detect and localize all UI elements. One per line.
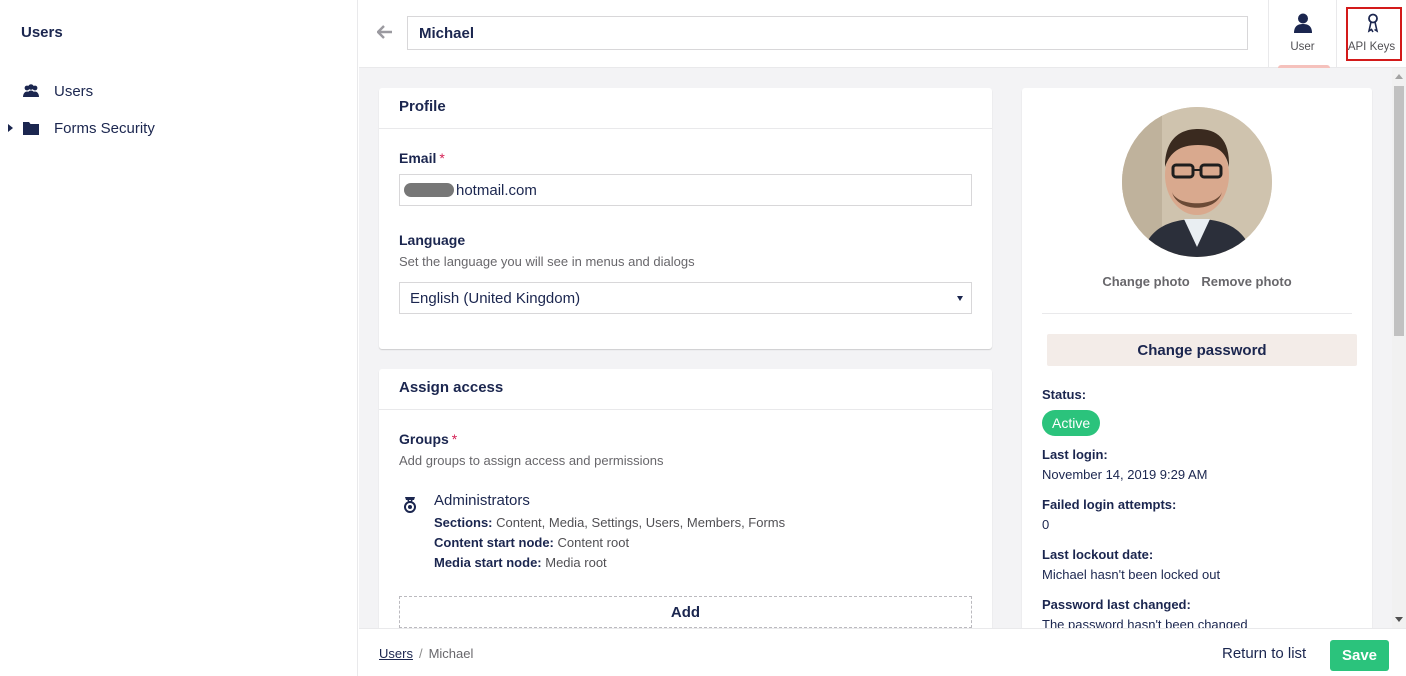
- status-badge: Active: [1042, 410, 1101, 436]
- media-start-value: Media root: [545, 555, 607, 570]
- avatar: [1122, 107, 1272, 257]
- scrollbar-thumb[interactable]: [1394, 86, 1404, 336]
- user-photo: [1122, 107, 1272, 257]
- user-app-label: User: [1290, 41, 1315, 53]
- editor-footer: Users / Michael Return to list Save: [359, 628, 1406, 676]
- group-sections: Sections: Content, Media, Settings, User…: [434, 515, 785, 530]
- change-password-button[interactable]: Change password: [1047, 334, 1357, 366]
- group-name: Administrators: [434, 492, 530, 509]
- groups-description: Add groups to assign access and permissi…: [399, 453, 664, 468]
- add-group-button[interactable]: Add: [399, 596, 972, 628]
- group-content-start: Content start node: Content root: [434, 535, 629, 550]
- failed-attempts-value: 0: [1042, 517, 1050, 532]
- save-button[interactable]: Save: [1330, 640, 1389, 671]
- assign-access-card: Assign access Groups * Add groups to assi…: [379, 369, 992, 628]
- email-label: Email *: [399, 150, 445, 166]
- profile-title: Profile: [379, 88, 992, 129]
- medal-icon: [404, 497, 416, 513]
- breadcrumb-current: Michael: [428, 646, 474, 661]
- return-to-list-button[interactable]: Return to list: [1222, 645, 1306, 662]
- user-name-input[interactable]: [407, 16, 1248, 50]
- profile-card: Profile Email * hotmail.com Language Set …: [379, 88, 992, 349]
- lockout-value: Michael hasn't been locked out: [1042, 567, 1221, 582]
- user-icon: [1294, 13, 1312, 33]
- chevron-down-icon: [957, 296, 963, 301]
- email-field[interactable]: hotmail.com: [399, 174, 972, 206]
- api-keys-app-button[interactable]: API Keys: [1336, 0, 1406, 68]
- status-label: Status:: [1042, 387, 1087, 402]
- users-icon: [23, 84, 39, 97]
- language-description: Set the language you will see in menus a…: [399, 254, 695, 269]
- groups-label-text: Groups: [399, 431, 449, 447]
- breadcrumb-users-link[interactable]: Users: [379, 646, 413, 661]
- content-start-value: Content root: [557, 535, 630, 550]
- groups-label: Groups *: [399, 431, 457, 447]
- user-app-button[interactable]: User: [1268, 0, 1336, 68]
- required-mark: *: [451, 431, 458, 447]
- scrollbar[interactable]: [1392, 68, 1406, 628]
- group-media-start: Media start node: Media root: [434, 555, 607, 570]
- expand-caret-icon[interactable]: [8, 124, 13, 132]
- highlight-box: [1346, 7, 1402, 61]
- tree-title: Users: [21, 24, 63, 41]
- media-start-label: Media start node:: [434, 555, 542, 570]
- folder-icon: [23, 122, 39, 135]
- tree-item-users[interactable]: Users: [0, 78, 358, 104]
- language-value: English (United Kingdom): [410, 289, 581, 307]
- last-login-value: November 14, 2019 9:29 AM: [1042, 467, 1208, 482]
- password-changed-label: Password last changed:: [1042, 597, 1191, 612]
- remove-photo-link[interactable]: Remove photo: [1201, 274, 1291, 289]
- assign-access-title: Assign access: [379, 369, 992, 410]
- user-info-card: Change photo Remove photo Change passwor…: [1022, 88, 1372, 628]
- breadcrumb: Users / Michael: [379, 646, 473, 661]
- email-value: hotmail.com: [456, 181, 537, 199]
- tree-item-label: Forms Security: [54, 119, 155, 137]
- section-tree: Users Users Forms Security: [0, 0, 358, 676]
- redacted-text: [404, 183, 454, 197]
- breadcrumb-separator: /: [418, 646, 423, 661]
- sections-value: Content, Media, Settings, Users, Members…: [496, 515, 786, 530]
- lockout-label: Last lockout date:: [1042, 547, 1154, 562]
- back-arrow-icon[interactable]: [377, 24, 393, 40]
- email-label-text: Email: [399, 150, 437, 166]
- language-select[interactable]: English (United Kingdom): [399, 282, 972, 314]
- divider: [1042, 313, 1352, 314]
- tree-item-forms-security[interactable]: Forms Security: [0, 115, 358, 141]
- editor-content: Profile Email * hotmail.com Language Set …: [359, 68, 1406, 628]
- failed-attempts-label: Failed login attempts:: [1042, 497, 1177, 512]
- change-photo-link[interactable]: Change photo: [1102, 274, 1189, 289]
- scroll-down-icon[interactable]: [1395, 617, 1403, 622]
- photo-actions: Change photo Remove photo: [1022, 274, 1372, 289]
- password-changed-value: The password hasn't been changed: [1042, 617, 1248, 628]
- sections-label: Sections:: [434, 515, 493, 530]
- last-login-label: Last login:: [1042, 447, 1108, 462]
- tree-item-label: Users: [54, 82, 94, 100]
- language-label: Language: [399, 232, 466, 248]
- content-start-label: Content start node:: [434, 535, 554, 550]
- required-mark: *: [439, 150, 445, 166]
- editor-header: User API Keys: [359, 0, 1406, 68]
- scroll-up-icon[interactable]: [1395, 74, 1403, 79]
